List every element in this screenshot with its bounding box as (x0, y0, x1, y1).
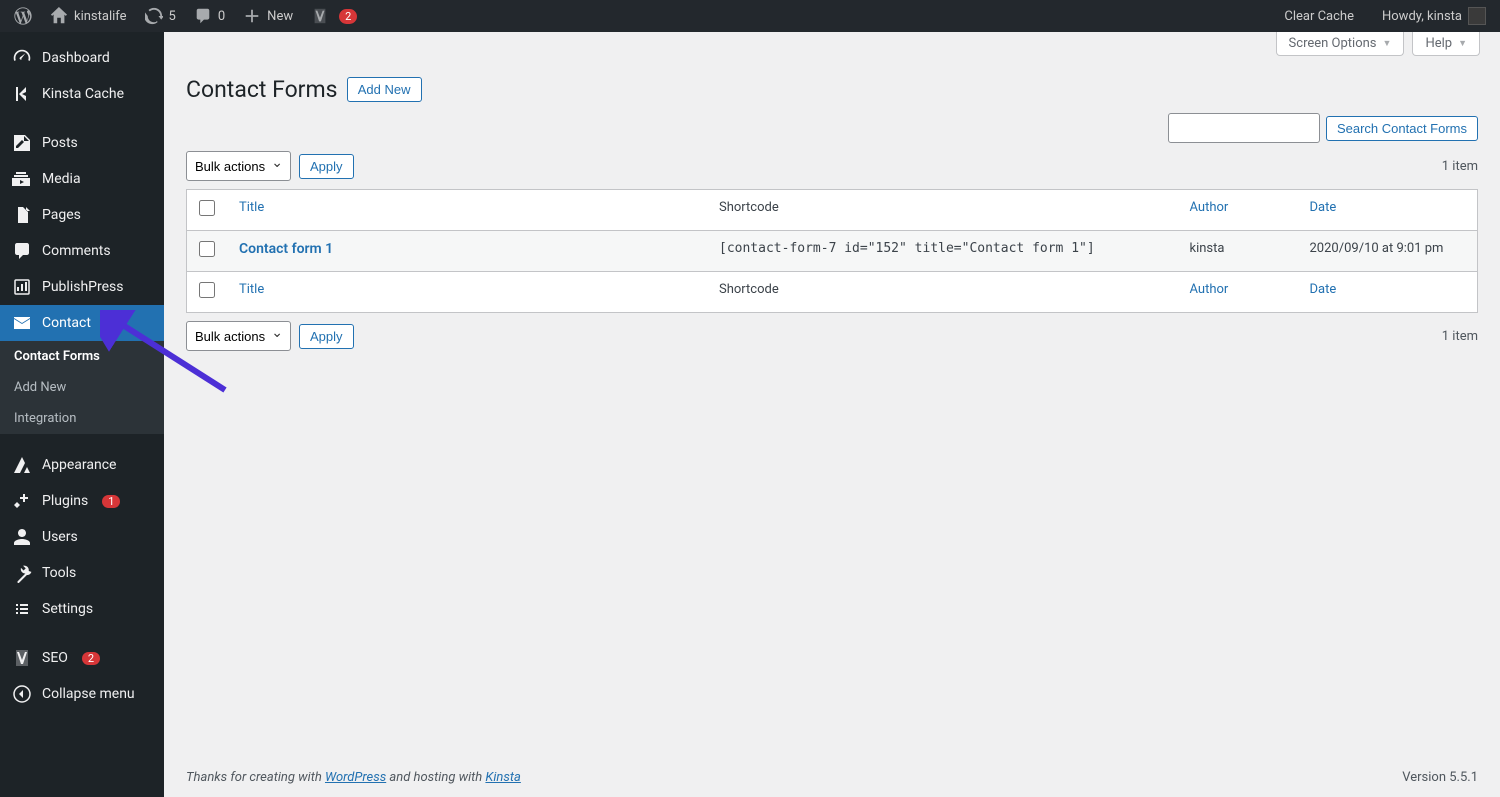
submenu-add-new[interactable]: Add New (0, 372, 164, 403)
col-author-foot[interactable]: Author (1190, 282, 1229, 297)
submenu-contact-forms[interactable]: Contact Forms (0, 341, 164, 372)
apply-button-bottom[interactable]: Apply (299, 324, 354, 349)
comments-icon (12, 241, 32, 261)
bulk-actions-select-top[interactable]: Bulk actions (186, 151, 291, 181)
home-icon (50, 7, 68, 25)
yoast-seo-icon (12, 648, 32, 668)
howdy-text: Howdy, kinsta (1382, 9, 1462, 24)
col-date[interactable]: Date (1310, 200, 1337, 215)
menu-media[interactable]: Media (0, 161, 164, 197)
apply-button-top[interactable]: Apply (299, 154, 354, 179)
clear-cache[interactable]: Clear Cache (1278, 0, 1360, 32)
updates[interactable]: 5 (139, 0, 182, 32)
menu-dashboard[interactable]: Dashboard (0, 40, 164, 76)
plugins-count: 1 (102, 495, 120, 508)
updates-count: 5 (169, 9, 176, 24)
add-new-button[interactable]: Add New (347, 77, 422, 102)
menu-users[interactable]: Users (0, 519, 164, 555)
admin-footer: Thanks for creating with WordPress and h… (164, 758, 1500, 797)
appearance-icon (12, 455, 32, 475)
version-text: Version 5.5.1 (1402, 770, 1478, 785)
menu-plugins[interactable]: Plugins1 (0, 483, 164, 519)
site-name-text: kinstalife (74, 9, 127, 24)
col-author[interactable]: Author (1190, 200, 1229, 215)
select-all-bottom[interactable] (199, 282, 215, 298)
row-author: kinsta (1178, 231, 1298, 272)
kinsta-link[interactable]: Kinsta (485, 770, 520, 785)
menu-publishpress[interactable]: PublishPress (0, 269, 164, 305)
collapse-icon (12, 684, 32, 704)
pages-icon (12, 205, 32, 225)
col-shortcode: Shortcode (707, 190, 1178, 231)
bulk-actions-select-bottom[interactable]: Bulk actions (186, 321, 291, 351)
tools-icon (12, 563, 32, 583)
mail-icon (12, 313, 32, 333)
admin-sidebar: Dashboard Kinsta Cache Posts Media Pages… (0, 32, 164, 797)
comments-count: 0 (218, 9, 225, 24)
content-area: Screen Options▼ Help▼ Contact Forms Add … (164, 32, 1500, 797)
submenu-integration[interactable]: Integration (0, 403, 164, 434)
menu-kinsta-cache[interactable]: Kinsta Cache (0, 76, 164, 112)
plus-icon (243, 7, 261, 25)
my-account[interactable]: Howdy, kinsta (1376, 0, 1492, 32)
item-count-bottom: 1 item (1442, 329, 1478, 344)
menu-collapse[interactable]: Collapse menu (0, 676, 164, 712)
users-icon (12, 527, 32, 547)
menu-settings[interactable]: Settings (0, 591, 164, 627)
wp-logo[interactable] (8, 0, 38, 32)
site-name[interactable]: kinstalife (44, 0, 133, 32)
select-all-top[interactable] (199, 200, 215, 216)
col-shortcode-foot: Shortcode (707, 272, 1178, 313)
new-content[interactable]: New (237, 0, 299, 32)
update-icon (145, 7, 163, 25)
menu-pages[interactable]: Pages (0, 197, 164, 233)
search-input[interactable] (1168, 113, 1320, 143)
row-checkbox[interactable] (199, 241, 215, 257)
item-count-top: 1 item (1442, 159, 1478, 174)
menu-appearance[interactable]: Appearance (0, 447, 164, 483)
avatar (1468, 7, 1486, 25)
yoast-icon (311, 7, 329, 25)
yoast-bar[interactable]: 2 (305, 0, 363, 32)
wordpress-link[interactable]: WordPress (325, 770, 386, 785)
seo-count: 2 (82, 652, 100, 665)
menu-comments[interactable]: Comments (0, 233, 164, 269)
wordpress-icon (14, 7, 32, 25)
search-contact-forms-button[interactable]: Search Contact Forms (1326, 116, 1478, 141)
menu-posts[interactable]: Posts (0, 125, 164, 161)
chevron-down-icon: ▼ (1458, 38, 1467, 49)
shortcode-text: [contact-form-7 id="152" title="Contact … (719, 241, 1095, 256)
col-title[interactable]: Title (239, 200, 264, 215)
row-date: 2020/09/10 at 9:01 pm (1298, 231, 1478, 272)
settings-icon (12, 599, 32, 619)
help-tab[interactable]: Help▼ (1412, 32, 1480, 56)
page-title: Contact Forms (186, 76, 338, 103)
plugins-icon (12, 491, 32, 511)
yoast-count: 2 (339, 9, 357, 24)
menu-seo[interactable]: SEO2 (0, 640, 164, 676)
adminbar: kinstalife 5 0 New 2 Clear Cache Howdy, … (0, 0, 1500, 32)
publishpress-icon (12, 277, 32, 297)
table-row: Contact form 1 [contact-form-7 id="152" … (187, 231, 1478, 272)
menu-tools[interactable]: Tools (0, 555, 164, 591)
kinsta-icon (12, 84, 32, 104)
dashboard-icon (12, 48, 32, 68)
menu-contact[interactable]: Contact (0, 305, 164, 341)
new-label: New (267, 9, 293, 24)
form-title-link[interactable]: Contact form 1 (239, 241, 333, 257)
comment-icon (194, 7, 212, 25)
comments-bar[interactable]: 0 (188, 0, 231, 32)
posts-icon (12, 133, 32, 153)
col-title-foot[interactable]: Title (239, 282, 264, 297)
screen-options-tab[interactable]: Screen Options▼ (1276, 32, 1405, 56)
col-date-foot[interactable]: Date (1310, 282, 1337, 297)
contact-forms-table: Title Shortcode Author Date Contact form… (186, 189, 1478, 313)
media-icon (12, 169, 32, 189)
chevron-down-icon: ▼ (1383, 38, 1392, 49)
